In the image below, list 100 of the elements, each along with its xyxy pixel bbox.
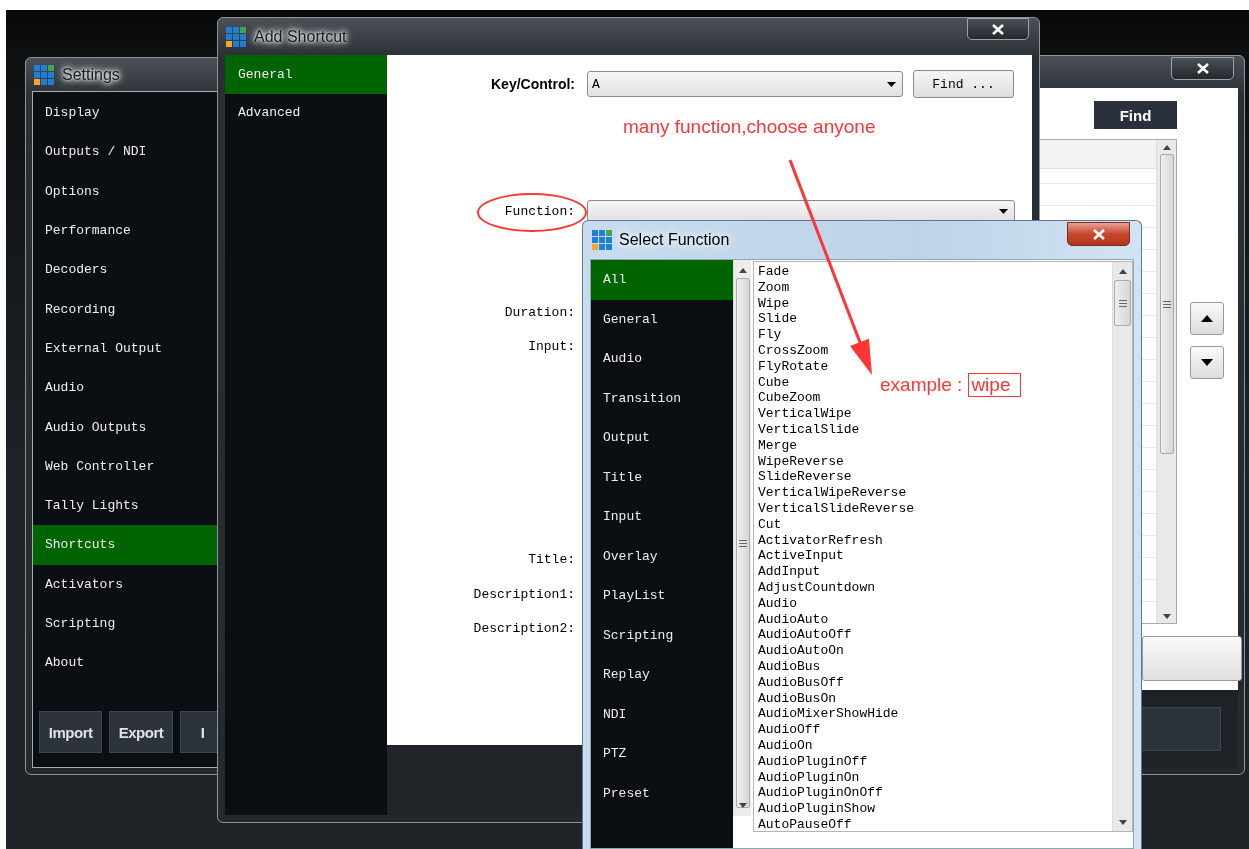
field-label: Key/Control: (490, 76, 575, 92)
function-item[interactable]: Fade (758, 264, 790, 280)
category-item[interactable]: Transition (591, 378, 733, 418)
function-item[interactable]: Zoom (758, 279, 790, 296)
close-button[interactable] (967, 18, 1029, 40)
scroll-down-icon[interactable] (1162, 613, 1171, 619)
function-item[interactable]: Cut (758, 516, 782, 533)
caret-icon (999, 208, 1008, 214)
function-item[interactable]: AddInput (758, 564, 821, 580)
close-button[interactable] (1171, 57, 1234, 80)
window-title: Select Function (619, 231, 730, 249)
category-item[interactable]: Scripting (591, 615, 733, 655)
scroll-down-icon[interactable] (1118, 819, 1127, 825)
window-title: Add Shortcut (254, 27, 347, 46)
grip-icon (1118, 299, 1127, 307)
field-label: Function: (503, 203, 575, 219)
close-icon (992, 23, 1004, 35)
triangle-up-icon (1201, 315, 1213, 322)
caret-icon (887, 81, 896, 87)
function-item[interactable]: Merge (758, 437, 797, 454)
function-item[interactable]: Wipe (758, 295, 790, 312)
function-item[interactable]: VerticalWipe (758, 406, 852, 422)
function-item[interactable]: AudioAutoOn (758, 643, 844, 659)
scroll-down-icon[interactable] (738, 802, 747, 808)
field-label: Description1: (472, 586, 575, 602)
function-item[interactable]: AutoPauseOff (758, 816, 852, 833)
function-item[interactable]: Cube (758, 374, 790, 391)
function-item[interactable]: VerticalSlide (758, 421, 860, 438)
grip-icon (738, 539, 747, 547)
function-item[interactable]: CrossZoom (758, 343, 829, 359)
function-item[interactable]: VerticalWipeReverse (758, 485, 907, 501)
scrollbar[interactable] (733, 260, 751, 816)
annotation-highlight: wipe (968, 373, 1022, 397)
close-icon (1196, 63, 1209, 74)
scroll-up-icon[interactable] (1118, 268, 1127, 274)
function-item[interactable]: AudioBusOn (758, 690, 836, 707)
function-item[interactable]: AudioPluginOff (758, 753, 868, 770)
function-item[interactable]: VerticalSlideReverse (758, 500, 915, 517)
find-button[interactable]: Find (1094, 101, 1177, 129)
function-item[interactable]: AudioAuto (758, 611, 829, 628)
scrollbar[interactable] (1112, 262, 1132, 831)
category-item[interactable]: Output (591, 418, 733, 458)
scroll-up-icon[interactable] (1162, 144, 1171, 150)
function-item[interactable]: AudioOff (758, 722, 821, 738)
function-item[interactable]: FlyRotate (758, 358, 829, 375)
function-item[interactable]: AudioBusOff (758, 674, 844, 691)
window-title: Settings (62, 65, 120, 84)
field-label: Description2: (472, 620, 575, 636)
sidebar-tab[interactable]: General (225, 55, 387, 94)
app-logo-icon (592, 230, 612, 250)
category-item[interactable]: General (591, 299, 733, 339)
sidebar-tab[interactable]: Advanced (225, 93, 387, 132)
category-item[interactable]: PlayList (591, 576, 733, 616)
key-control-dropdown[interactable]: A (587, 71, 903, 97)
category-item[interactable]: PTZ (591, 734, 733, 774)
category-item[interactable]: Input (591, 497, 733, 537)
scrollbar[interactable] (1156, 140, 1176, 623)
function-item[interactable]: ActiveInput (758, 548, 844, 565)
triangle-down-icon (1201, 359, 1213, 366)
category-item[interactable]: NDI (591, 694, 733, 734)
export-button[interactable]: Export (109, 711, 173, 753)
category-item[interactable]: Audio (591, 339, 733, 379)
function-item[interactable]: AudioBus (758, 658, 821, 675)
scroll-up-icon[interactable] (738, 268, 747, 274)
import-button[interactable]: Import (39, 711, 103, 753)
category-item[interactable]: Title (591, 457, 733, 497)
category-item[interactable]: Preset (591, 773, 733, 813)
move-down-button[interactable] (1190, 346, 1224, 379)
function-dropdown[interactable] (587, 200, 1015, 222)
dropdown-value: A (592, 76, 600, 92)
close-button[interactable] (1067, 222, 1130, 246)
app-logo-icon (34, 64, 54, 85)
function-item[interactable]: ActivatorRefresh (758, 532, 883, 549)
app-logo-icon (226, 26, 246, 47)
field-label: Duration: (503, 304, 575, 320)
field-label: Input: (527, 338, 575, 354)
field-label: Title: (527, 551, 575, 567)
function-item[interactable]: Fly (758, 327, 782, 343)
category-item[interactable]: All (591, 260, 733, 300)
grip-icon (1162, 300, 1171, 308)
action-button[interactable] (1142, 636, 1242, 681)
function-item[interactable]: AudioPluginOn (758, 769, 860, 786)
function-item[interactable]: AudioPluginOnOff (758, 785, 883, 802)
category-item[interactable]: Overlay (591, 536, 733, 576)
function-item[interactable]: AudioAutoOff (758, 627, 852, 644)
function-item[interactable]: SlideReverse (758, 469, 852, 486)
function-item[interactable]: CubeZoom (758, 390, 821, 407)
function-item[interactable]: WipeReverse (758, 453, 844, 470)
find-button[interactable]: Find ... (913, 70, 1014, 98)
annotation-label: example : (880, 374, 963, 396)
close-icon (1092, 228, 1105, 240)
function-item[interactable]: Slide (758, 311, 797, 328)
function-item[interactable]: AudioOn (758, 737, 813, 754)
function-item[interactable]: AdjustCountdown (758, 579, 876, 596)
category-item[interactable]: Replay (591, 655, 733, 695)
function-item[interactable]: AudioMixerShowHide (758, 706, 899, 723)
function-item[interactable]: Audio (758, 595, 797, 612)
annotation-text: many function,choose anyone (623, 116, 876, 138)
function-item[interactable]: AudioPluginShow (758, 801, 876, 817)
move-up-button[interactable] (1190, 302, 1224, 335)
